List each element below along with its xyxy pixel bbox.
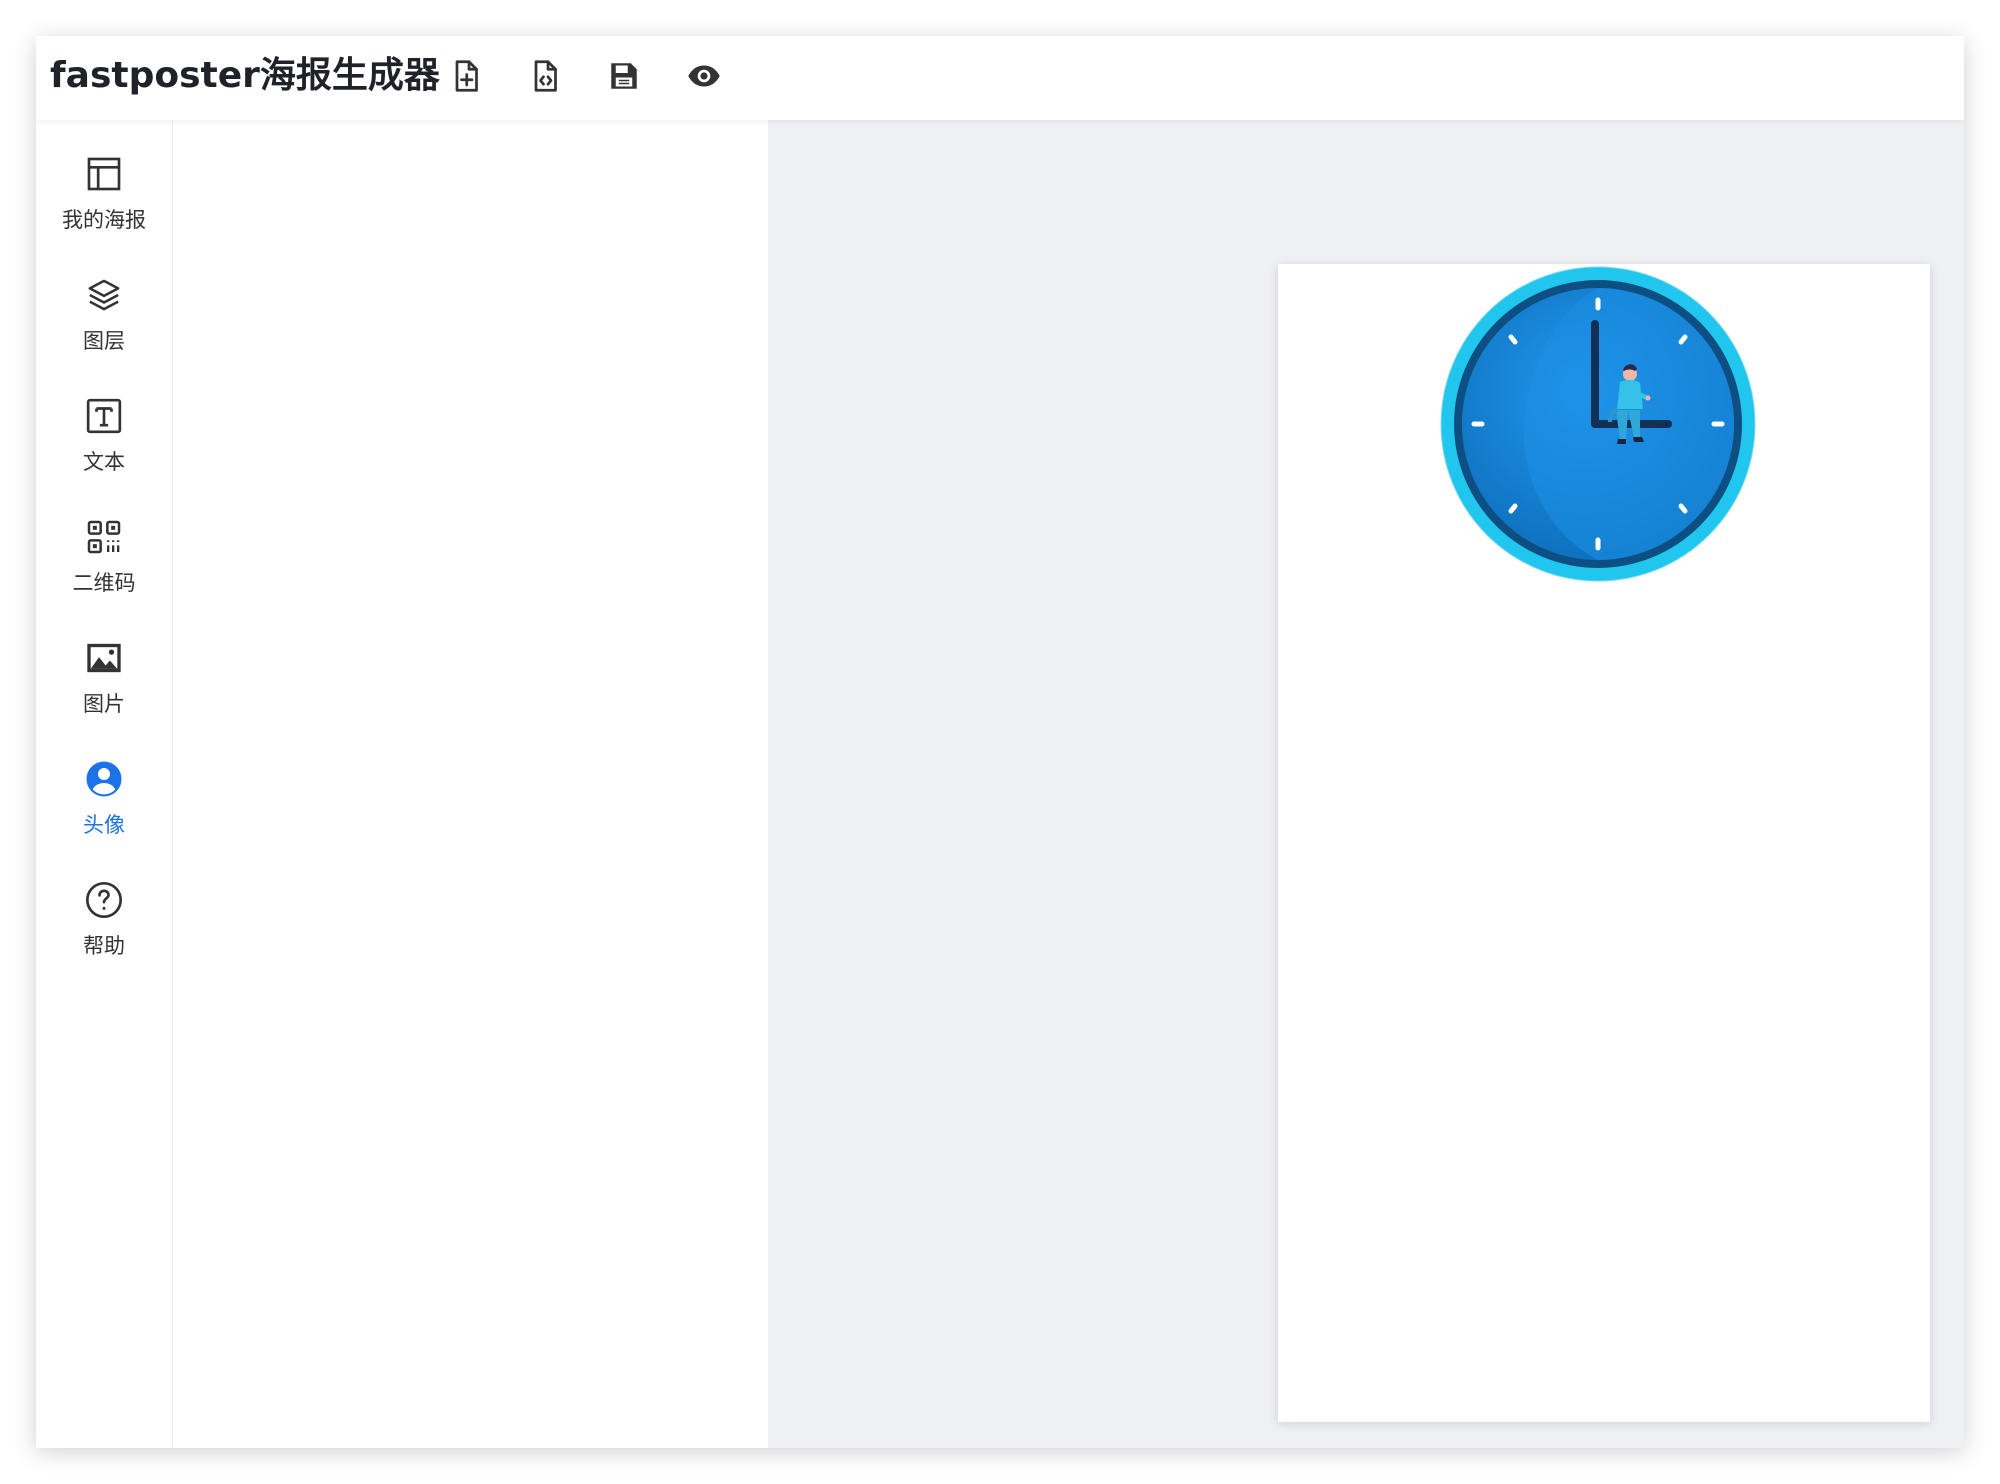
file-plus-icon — [455, 60, 478, 92]
sidebar-item-label: 图层 — [83, 329, 125, 353]
sidebar-item-text[interactable]: 文本 — [36, 396, 172, 508]
sidebar-item-label: 头像 — [83, 813, 125, 837]
view-code-button[interactable] — [517, 48, 573, 104]
canvas-area — [768, 120, 1964, 1448]
sidebar-item-label: 我的海报 — [62, 208, 146, 232]
file-code-icon — [534, 60, 557, 92]
clock-avatar-icon[interactable] — [1440, 266, 1756, 582]
sidebar-item-image[interactable]: 图片 — [36, 638, 172, 750]
new-poster-button[interactable] — [438, 48, 494, 104]
image-icon — [84, 638, 124, 678]
sidebar-item-my-posters[interactable]: 我的海报 — [36, 154, 172, 266]
poster-canvas[interactable] — [1278, 264, 1930, 1422]
app-title: fastposter海报生成器 — [50, 55, 440, 96]
sidebar-item-label: 图片 — [83, 692, 125, 716]
qrcode-icon — [84, 517, 124, 557]
sidebar-item-layers[interactable]: 图层 — [36, 275, 172, 387]
app-window: fastposter海报生成器 我的海报 图层 文本 二维码 图片 头像 帮助 — [36, 36, 1964, 1448]
help-icon — [84, 880, 124, 920]
preview-button[interactable] — [676, 48, 732, 104]
sidebar-item-avatar[interactable]: 头像 — [36, 759, 172, 871]
sidebar-item-qrcode[interactable]: 二维码 — [36, 517, 172, 629]
save-icon — [611, 63, 637, 89]
layers-icon — [84, 275, 124, 315]
top-header: fastposter海报生成器 — [36, 36, 1964, 120]
sidebar-item-label: 二维码 — [72, 571, 136, 595]
text-icon — [84, 396, 124, 436]
sidebar-item-help[interactable]: 帮助 — [36, 880, 172, 992]
layout-icon — [84, 154, 124, 194]
sidebar-nav: 我的海报 图层 文本 二维码 图片 头像 帮助 — [36, 120, 173, 1448]
sidebar-item-label: 帮助 — [83, 934, 125, 958]
save-button[interactable] — [596, 48, 652, 104]
eye-icon — [688, 65, 720, 87]
properties-panel — [173, 120, 768, 1448]
sidebar-item-label: 文本 — [83, 450, 125, 474]
avatar-icon — [84, 759, 124, 799]
